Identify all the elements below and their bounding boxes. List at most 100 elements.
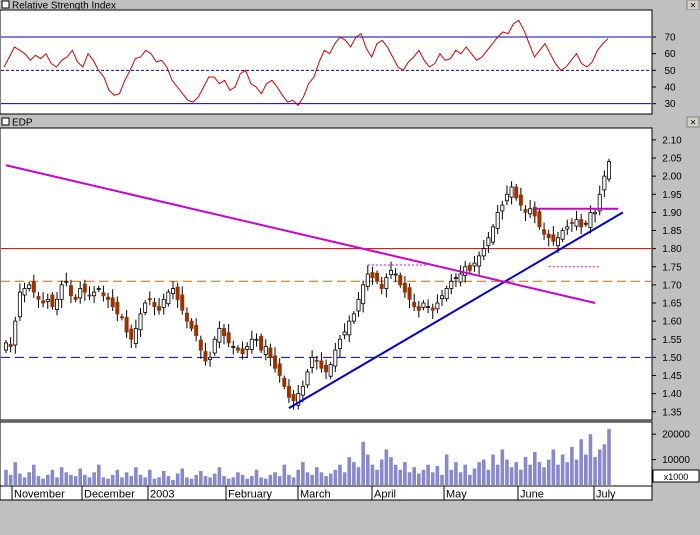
volume-bar [110, 474, 115, 485]
x-axis-label: 2003 [150, 489, 174, 501]
volume-bar [185, 477, 189, 485]
price-tick-label: 1.35 [662, 407, 682, 418]
candle-body [407, 287, 412, 300]
candle-body [13, 320, 18, 346]
volume-bar [69, 474, 73, 485]
candle-body [370, 272, 375, 279]
candle-body [537, 211, 542, 228]
price-tick-label: 1.80 [662, 244, 682, 255]
candle-body [226, 332, 231, 344]
candle-body [161, 298, 166, 308]
volume-bar [217, 467, 222, 485]
candle-body [143, 302, 148, 313]
price-tick-label: 2.10 [662, 135, 682, 146]
volume-bar [222, 476, 226, 485]
volume-bar [199, 471, 203, 485]
volume-bar [50, 469, 55, 485]
candle-body [273, 355, 278, 369]
volume-bar [352, 462, 356, 485]
candle-body [50, 294, 55, 308]
candle-body [166, 291, 171, 305]
candle-body [384, 277, 389, 289]
volume-bar [412, 467, 416, 485]
candle-body [129, 328, 134, 340]
volume-bar [319, 472, 324, 485]
x-axis-label: June [520, 489, 544, 501]
candle-body [500, 204, 505, 212]
candle-body [356, 298, 361, 312]
volume-bar [161, 471, 166, 485]
candle-body [300, 385, 305, 396]
volume-bar [78, 468, 83, 485]
volume-bar [254, 469, 259, 485]
volume-bar [421, 469, 426, 485]
volume-bar [268, 474, 273, 485]
candle-body [440, 295, 445, 300]
candle-body [41, 300, 46, 304]
candle-body [472, 262, 477, 267]
x-axis-label: March [300, 489, 331, 501]
volume-bar [175, 473, 180, 485]
volume-bar [59, 467, 64, 485]
candle-body [305, 371, 310, 386]
candle-body [328, 364, 333, 377]
x-axis-label: November [14, 489, 65, 501]
volume-bar [472, 468, 477, 485]
volume-bar [277, 476, 282, 485]
volume-bar [491, 454, 495, 485]
candle-body [240, 348, 245, 355]
volume-bar [342, 472, 347, 485]
volume-bar [310, 474, 314, 485]
candle-body [115, 301, 120, 315]
volume-bar [519, 469, 523, 485]
candle-body [45, 298, 50, 302]
chart-window: Relative Strength Index × 30 40 50 60 70 EDP… [0, 0, 700, 530]
volume-bar [366, 454, 370, 485]
volume-bar [407, 472, 412, 485]
candle-body [82, 283, 87, 293]
price-tick-label: 1.60 [662, 317, 682, 328]
volume-bar [124, 472, 129, 485]
candle-body [491, 226, 496, 243]
candle-body [319, 360, 324, 369]
candle-body [157, 306, 162, 311]
candle-body [602, 175, 607, 191]
rsi-close-button[interactable]: × [686, 0, 700, 12]
volume-bar [96, 464, 101, 485]
candle-body [231, 346, 236, 348]
volume-bar [588, 434, 593, 485]
volume-bar [236, 472, 240, 485]
volume-bar [240, 474, 245, 485]
volume-bar [454, 462, 458, 485]
candle-body [277, 363, 282, 376]
candle-body [402, 283, 407, 293]
candle-body [509, 186, 514, 198]
volume-bar [602, 444, 607, 485]
price-tick-label: 1.85 [662, 226, 682, 237]
volume-bar [435, 465, 440, 485]
candle-body [444, 288, 449, 300]
volume-bar [203, 476, 208, 485]
candle-body [147, 298, 152, 301]
x-axis-label: July [596, 489, 616, 501]
candle-body [351, 313, 356, 322]
candle-body [55, 298, 60, 310]
price-tick-label: 1.55 [662, 335, 682, 346]
price-tick-label: 1.90 [662, 208, 682, 219]
volume-bar [115, 469, 120, 485]
volume-bar [73, 476, 78, 485]
price-tick-label: 1.75 [662, 262, 682, 273]
volume-bar [250, 476, 254, 485]
price-titlebar [0, 116, 700, 127]
price-panel-icon [1, 117, 10, 126]
volume-bar [403, 462, 407, 485]
volume-bar [166, 476, 171, 485]
price-close-button[interactable]: × [686, 116, 700, 129]
volume-bar [129, 476, 134, 485]
volume-bar [120, 477, 124, 485]
candle-body [68, 285, 73, 297]
candle-body [310, 356, 315, 368]
volume-bar [551, 449, 556, 485]
rsi-tick-label: 30 [664, 99, 676, 110]
candle-body [249, 338, 254, 350]
